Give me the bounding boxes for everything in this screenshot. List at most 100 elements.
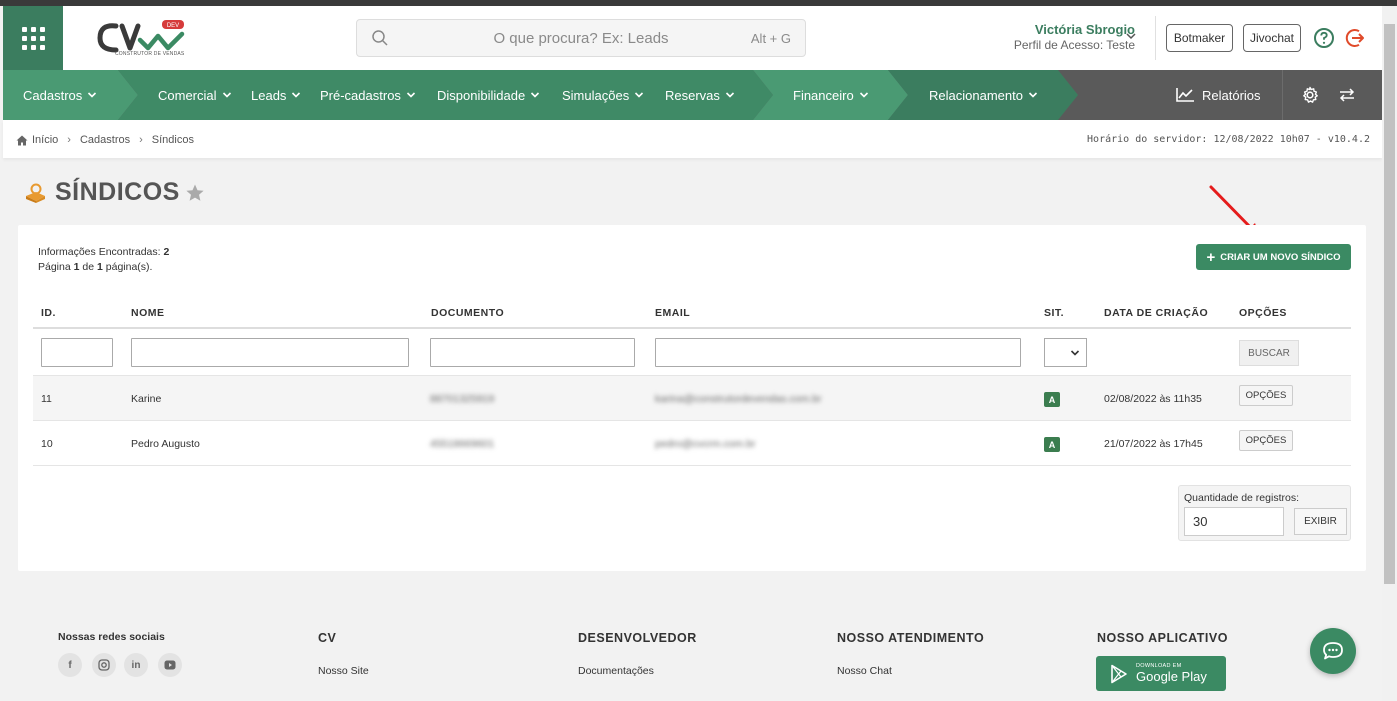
status-badge: A — [1044, 392, 1060, 407]
breadcrumb: Início › Cadastros › Síndicos — [16, 134, 194, 146]
cell-id: 11 — [41, 393, 52, 405]
content-card: Informações Encontradas: 2 Página 1 de 1… — [18, 225, 1366, 571]
footer-dev-title: DESENVOLVEDOR — [578, 631, 697, 645]
filter-email-input[interactable] — [655, 338, 1021, 367]
top-header: DEV CONSTRUTOR DE VENDAS O que procura? … — [3, 6, 1382, 70]
footer-link-site[interactable]: Nosso Site — [318, 665, 369, 677]
cell-email: pedro@cvcrm.com.br — [655, 438, 756, 450]
info-page-total: 1 — [97, 261, 103, 273]
cell-nome: Karine — [131, 393, 162, 405]
jivochat-button[interactable]: Jivochat — [1243, 24, 1301, 52]
search-placeholder: O que procura? Ex: Leads — [493, 30, 669, 47]
show-button[interactable]: EXIBIR — [1294, 508, 1347, 535]
nav-pre-cadastros[interactable]: Pré-cadastros — [320, 70, 416, 120]
gplay-big-label: Google Play — [1136, 669, 1207, 684]
col-sit[interactable]: SIT. — [1044, 307, 1064, 319]
chevron-right-icon: › — [67, 134, 71, 146]
nav-simulacoes[interactable]: Simulações — [562, 70, 644, 120]
filter-documento-input[interactable] — [430, 338, 635, 367]
cell-documento: 88701325919 — [430, 393, 495, 405]
footer-app-title: NOSSO APLICATIVO — [1097, 631, 1228, 645]
botmaker-button[interactable]: Botmaker — [1166, 24, 1233, 52]
filter-id-input[interactable] — [41, 338, 113, 367]
search-shortcut: Alt + G — [750, 31, 791, 46]
col-documento[interactable]: DOCUMENTO — [431, 307, 504, 319]
chevron-down-icon[interactable] — [1125, 31, 1137, 41]
filter-nome-input[interactable] — [131, 338, 409, 367]
nav-label: Comercial — [158, 87, 217, 103]
nav-leads[interactable]: Leads — [251, 70, 301, 120]
cell-email: karina@construtordevendas.com.br — [655, 393, 822, 405]
nav-divider — [1282, 70, 1283, 120]
col-data-criacao[interactable]: DATA DE CRIAÇÃO — [1104, 307, 1208, 319]
breadcrumb-inicio[interactable]: Início — [32, 134, 58, 146]
google-play-button[interactable]: DOWNLOAD EM Google Play — [1096, 656, 1226, 691]
breadcrumb-cadastros[interactable]: Cadastros — [80, 134, 130, 146]
instagram-icon[interactable] — [92, 653, 116, 677]
sindico-icon — [26, 183, 45, 203]
nav-label: Reservas — [665, 87, 720, 103]
nav-disponibilidade[interactable]: Disponibilidade — [437, 70, 540, 120]
search-button[interactable]: BUSCAR — [1239, 340, 1299, 366]
page-scrollbar[interactable] — [1382, 6, 1397, 701]
footer: Nossas redes sociais f in CV Nosso Site … — [0, 610, 1382, 701]
global-search[interactable]: O que procura? Ex: Leads Alt + G — [356, 19, 806, 57]
records-input[interactable]: 30 — [1184, 507, 1284, 536]
nav-label: Simulações — [562, 87, 630, 103]
gear-icon[interactable] — [1301, 86, 1319, 104]
col-id[interactable]: ID. — [41, 307, 56, 319]
footer-link-docs[interactable]: Documentações — [578, 665, 654, 677]
info-page-of: de — [82, 261, 95, 273]
user-info[interactable]: Victória Sbrogio Perfil de Acesso: Teste — [1014, 22, 1135, 52]
chevron-down-icon — [635, 92, 644, 98]
nav-label: Financeiro — [793, 87, 854, 103]
star-icon[interactable] — [185, 183, 205, 203]
apps-menu-button[interactable] — [3, 6, 63, 70]
grid-icon — [21, 26, 45, 50]
chevron-down-icon — [1028, 92, 1038, 98]
nav-label: Disponibilidade — [437, 87, 526, 103]
nav-relatorios[interactable]: Relatórios — [1175, 70, 1261, 120]
filter-sit-select[interactable] — [1044, 338, 1087, 367]
user-name: Victória Sbrogio — [1034, 22, 1135, 37]
scrollbar-thumb[interactable] — [1384, 24, 1395, 584]
nav-financeiro[interactable]: Financeiro — [793, 70, 869, 120]
plus-icon: + — [1206, 248, 1216, 266]
breadcrumb-sindicos: Síndicos — [151, 134, 194, 146]
footer-link-chat[interactable]: Nosso Chat — [837, 665, 892, 677]
cell-nome: Pedro Augusto — [131, 438, 200, 450]
records-label: Quantidade de registros: — [1184, 492, 1299, 504]
table-row: 11 Karine 88701325919 karina@construtord… — [33, 376, 1351, 421]
breadcrumb-bar: Início › Cadastros › Síndicos Horário do… — [3, 120, 1382, 158]
logout-icon[interactable] — [1345, 27, 1367, 49]
nav-reservas[interactable]: Reservas — [665, 70, 735, 120]
chat-icon — [1323, 642, 1343, 660]
chevron-down-icon — [292, 92, 301, 98]
nav-comercial[interactable]: Comercial — [158, 70, 232, 120]
create-sindico-button[interactable]: + CRIAR UM NOVO SÍNDICO — [1196, 244, 1351, 270]
row-options-button[interactable]: OPÇÕES — [1239, 430, 1293, 451]
col-opcoes: OPÇÕES — [1239, 307, 1287, 319]
col-email[interactable]: EMAIL — [655, 307, 690, 319]
facebook-icon[interactable]: f — [58, 653, 82, 677]
nav-cadastros[interactable]: Cadastros — [23, 70, 97, 120]
help-icon[interactable] — [1313, 27, 1335, 49]
nav-relacionamento[interactable]: Relacionamento — [929, 70, 1038, 120]
footer-support-title: NOSSO ATENDIMENTO — [837, 631, 985, 645]
nav-label: Pré-cadastros — [320, 87, 401, 103]
linkedin-icon[interactable]: in — [124, 653, 148, 677]
create-button-label: CRIAR UM NOVO SÍNDICO — [1220, 251, 1341, 263]
cell-id: 10 — [41, 438, 53, 450]
info-page-label: Página — [38, 261, 71, 273]
page-title: SÍNDICOS — [55, 178, 180, 206]
header-divider — [1155, 16, 1156, 60]
col-nome[interactable]: NOME — [131, 307, 165, 319]
row-options-button[interactable]: OPÇÕES — [1239, 385, 1293, 406]
cell-data-criacao: 02/08/2022 às 11h35 — [1104, 393, 1202, 405]
chat-bubble-button[interactable] — [1310, 628, 1356, 674]
chevron-down-icon — [88, 92, 97, 98]
logo-subtitle: CONSTRUTOR DE VENDAS — [115, 51, 185, 57]
cell-data-criacao: 21/07/2022 às 17h45 — [1104, 438, 1203, 450]
youtube-icon[interactable] — [158, 653, 182, 677]
swap-arrows-icon[interactable] — [1339, 87, 1355, 103]
